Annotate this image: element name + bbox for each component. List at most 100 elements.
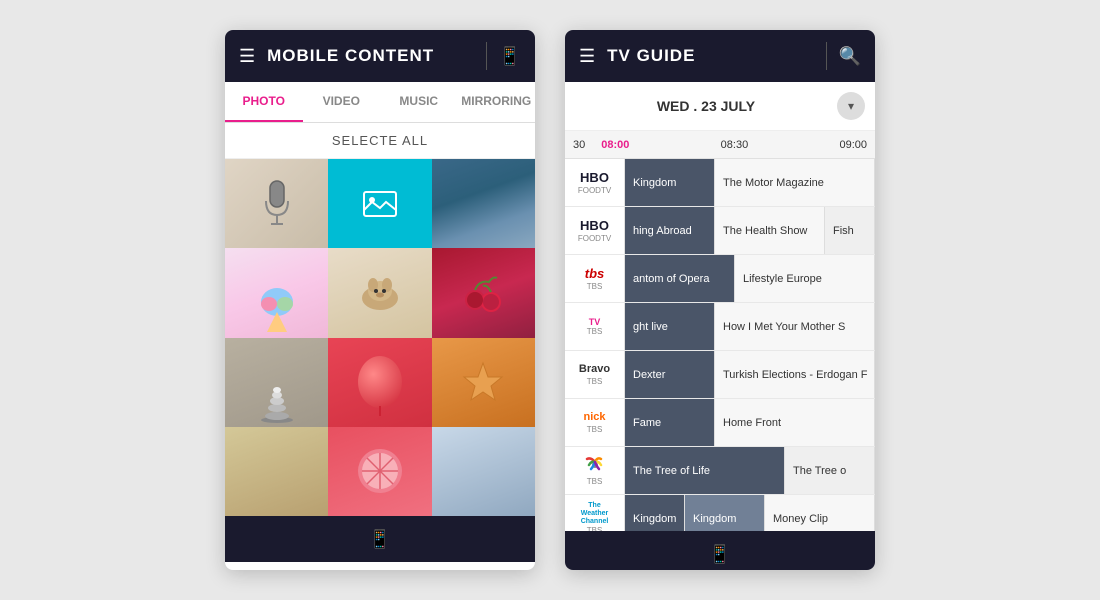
program-home-front[interactable]: Home Front (715, 399, 875, 446)
channel-bravo: Bravo TBS (565, 351, 625, 398)
program-kingdom2[interactable]: Kingdom (685, 495, 765, 531)
photo-grapefruit[interactable] (328, 427, 431, 516)
photo-grid (225, 159, 535, 516)
hbo1-sub: FOODTV (578, 186, 611, 195)
tv-hamburger-icon[interactable]: ☰ (579, 46, 595, 67)
program-kingdom[interactable]: Kingdom (625, 159, 715, 206)
photo-dog[interactable] (328, 248, 431, 337)
program-health-show[interactable]: The Health Show (715, 207, 825, 254)
guide-row-hbo2: HBO FOODTV hing Abroad The Health Show F… (565, 207, 875, 255)
photo-stones[interactable] (225, 338, 328, 427)
tab-music[interactable]: MUSIC (380, 82, 458, 122)
hamburger-icon[interactable]: ☰ (239, 46, 255, 67)
home-icon[interactable]: 📱 (369, 529, 391, 550)
hbo1-logo: HBO (580, 170, 609, 186)
photo-balloon[interactable] (328, 338, 431, 427)
mobile-content-header: ☰ MOBILE CONTENT 📱 (225, 30, 535, 82)
photo-bridge[interactable] (432, 427, 535, 516)
channel-hbo2: HBO FOODTV (565, 207, 625, 254)
program-turkish-elections[interactable]: Turkish Elections - Erdogan F (715, 351, 875, 398)
program-fishing[interactable]: hing Abroad (625, 207, 715, 254)
channel-tv: TV TBS (565, 303, 625, 350)
tv-home-icon[interactable]: 📱 (709, 544, 731, 565)
photo-mic[interactable] (225, 159, 328, 248)
starfish-svg (460, 359, 506, 405)
program-money-clip[interactable]: Money Clip (765, 495, 875, 531)
phones-container: ☰ MOBILE CONTENT 📱 PHOTO VIDEO MUSIC MIR… (225, 30, 875, 570)
tab-mirroring[interactable]: MIRRORING (458, 82, 536, 122)
header-divider (486, 42, 487, 70)
tab-photo[interactable]: PHOTO (225, 82, 303, 122)
channel-hbo1: HBO FOODTV (565, 159, 625, 206)
guide-scroll: HBO FOODTV Kingdom The Motor Magazine HB… (565, 159, 875, 531)
nbc-programs: The Tree of Life The Tree o (625, 447, 875, 494)
channel-nbc: TBS (565, 447, 625, 494)
cherries-svg (461, 270, 506, 315)
channel-weather: TheWeatherChannel TBS (565, 495, 625, 531)
nbc-sub: TBS (587, 477, 603, 486)
tv-guide-title: TV GUIDE (607, 46, 813, 66)
guide-row-tbs1: tbs TBS antom of Opera Lifestyle Europe (565, 255, 875, 303)
icecream-svg (257, 284, 297, 334)
mobile-content-phone: ☰ MOBILE CONTENT 📱 PHOTO VIDEO MUSIC MIR… (225, 30, 535, 570)
weather-programs: Kingdom Kingdom Money Clip (625, 495, 875, 531)
nbc-logo (583, 455, 607, 478)
program-phantom-opera1[interactable]: antom of Opera (625, 255, 735, 302)
program-tree-o[interactable]: The Tree o (785, 447, 875, 494)
weather-logo: TheWeatherChannel (581, 502, 609, 525)
cast-icon[interactable]: 📱 (499, 46, 521, 67)
mobile-content-bottom-bar: 📱 (225, 516, 535, 562)
tv-sub: TBS (587, 327, 603, 336)
program-fish[interactable]: Fish (825, 207, 875, 254)
program-motor-magazine[interactable]: The Motor Magazine (715, 159, 875, 206)
program-kingdom1[interactable]: Kingdom (625, 495, 685, 531)
nick-logo: nick (583, 411, 605, 424)
hbo1-programs: Kingdom The Motor Magazine (625, 159, 875, 206)
nbc-peacock (583, 455, 607, 475)
search-icon[interactable]: 🔍 (839, 46, 861, 67)
photo-icecream[interactable] (225, 248, 328, 337)
guide-row-tv: TV TBS ght live How I Met Your Mother S (565, 303, 875, 351)
mobile-content-title: MOBILE CONTENT (267, 46, 473, 66)
select-all-bar[interactable]: SELECTE ALL (225, 123, 535, 159)
time-ruler: 30 08:00 08:30 09:00 (565, 131, 875, 159)
hbo2-logo: HBO (580, 218, 609, 234)
guide-row-weather: TheWeatherChannel TBS Kingdom Kingdom Mo… (565, 495, 875, 531)
program-lifestyle-europe1[interactable]: Lifestyle Europe (735, 255, 875, 302)
time-30: 30 (565, 139, 593, 151)
hbo2-programs: hing Abroad The Health Show Fish (625, 207, 875, 254)
nick-sub: TBS (587, 425, 603, 434)
program-night-live[interactable]: ght live (625, 303, 715, 350)
time-0800: 08:00 (593, 139, 637, 151)
image-icon (362, 190, 398, 218)
date-dropdown[interactable]: ▾ (837, 92, 865, 120)
bravo-logo: Bravo (579, 363, 610, 376)
channel-tbs1: tbs TBS (565, 255, 625, 302)
program-tree-of-life[interactable]: The Tree of Life (625, 447, 785, 494)
program-how-met[interactable]: How I Met Your Mother S (715, 303, 875, 350)
program-fame[interactable]: Fame (625, 399, 715, 446)
photo-tent[interactable] (432, 159, 535, 248)
photo-selected[interactable] (328, 159, 431, 248)
tv-header-divider (826, 42, 827, 70)
time-0830: 08:30 (713, 139, 757, 151)
tab-video[interactable]: VIDEO (303, 82, 381, 122)
time-0900: 09:00 (831, 139, 875, 151)
tbs1-logo: tbs (585, 266, 605, 282)
tv-programs: ght live How I Met Your Mother S (625, 303, 875, 350)
guide-row-nick: nick TBS Fame Home Front (565, 399, 875, 447)
tabs-bar: PHOTO VIDEO MUSIC MIRRORING (225, 82, 535, 123)
photo-bike[interactable] (225, 427, 328, 516)
channel-nick: nick TBS (565, 399, 625, 446)
program-dexter[interactable]: Dexter (625, 351, 715, 398)
hbo2-sub: FOODTV (578, 234, 611, 243)
photo-starfish[interactable] (432, 338, 535, 427)
grapefruit-svg (355, 446, 405, 496)
weather-sub: TBS (587, 526, 603, 531)
tbs1-programs: antom of Opera Lifestyle Europe (625, 255, 875, 302)
tv-guide-phone: ☰ TV GUIDE 🔍 WED . 23 JULY ▾ 30 08:00 08… (565, 30, 875, 570)
nick-programs: Fame Home Front (625, 399, 875, 446)
mic-svg (262, 179, 292, 229)
photo-cherries[interactable] (432, 248, 535, 337)
tv-guide-bottom-bar: 📱 (565, 531, 875, 570)
